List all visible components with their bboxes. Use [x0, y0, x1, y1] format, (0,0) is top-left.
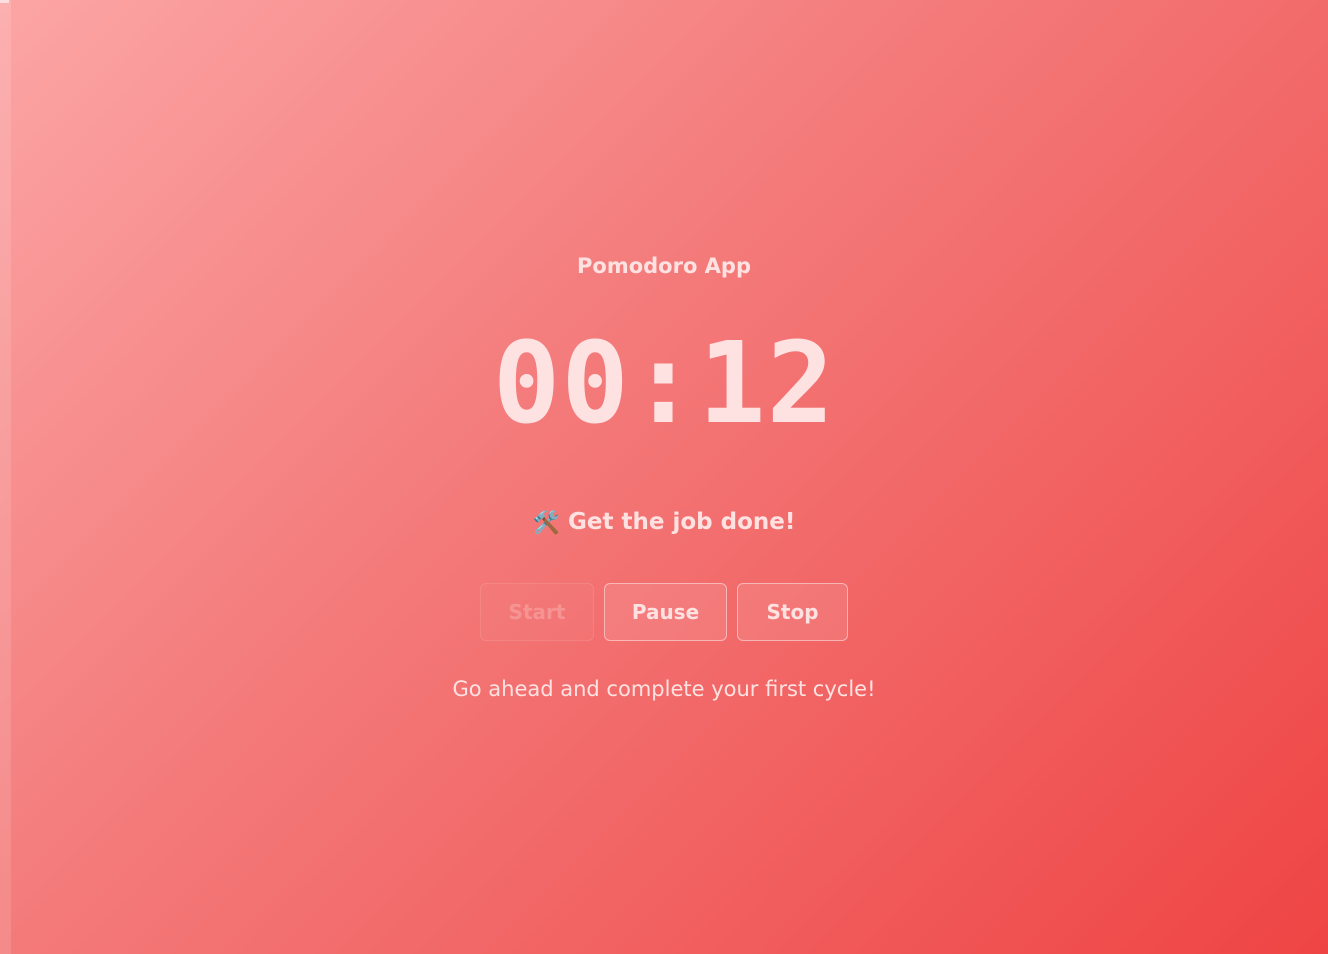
status-message: Go ahead and complete your first cycle! [452, 677, 876, 701]
pause-button[interactable]: Pause [604, 583, 727, 641]
hammer-and-wrench-icon: 🛠️ [532, 511, 561, 536]
timer-display: 00:12 [492, 319, 836, 449]
start-button[interactable]: Start [480, 583, 594, 641]
stop-button[interactable]: Stop [737, 583, 848, 641]
motto: 🛠️ Get the job done! [0, 504, 1328, 542]
timer-controls: Start Pause Stop [0, 583, 1328, 641]
motto-text: Get the job done! [568, 509, 796, 535]
pomodoro-app: Pomodoro App 00:12 🛠️ Get the job done! S… [0, 0, 1328, 954]
app-title: Pomodoro App [577, 254, 751, 278]
